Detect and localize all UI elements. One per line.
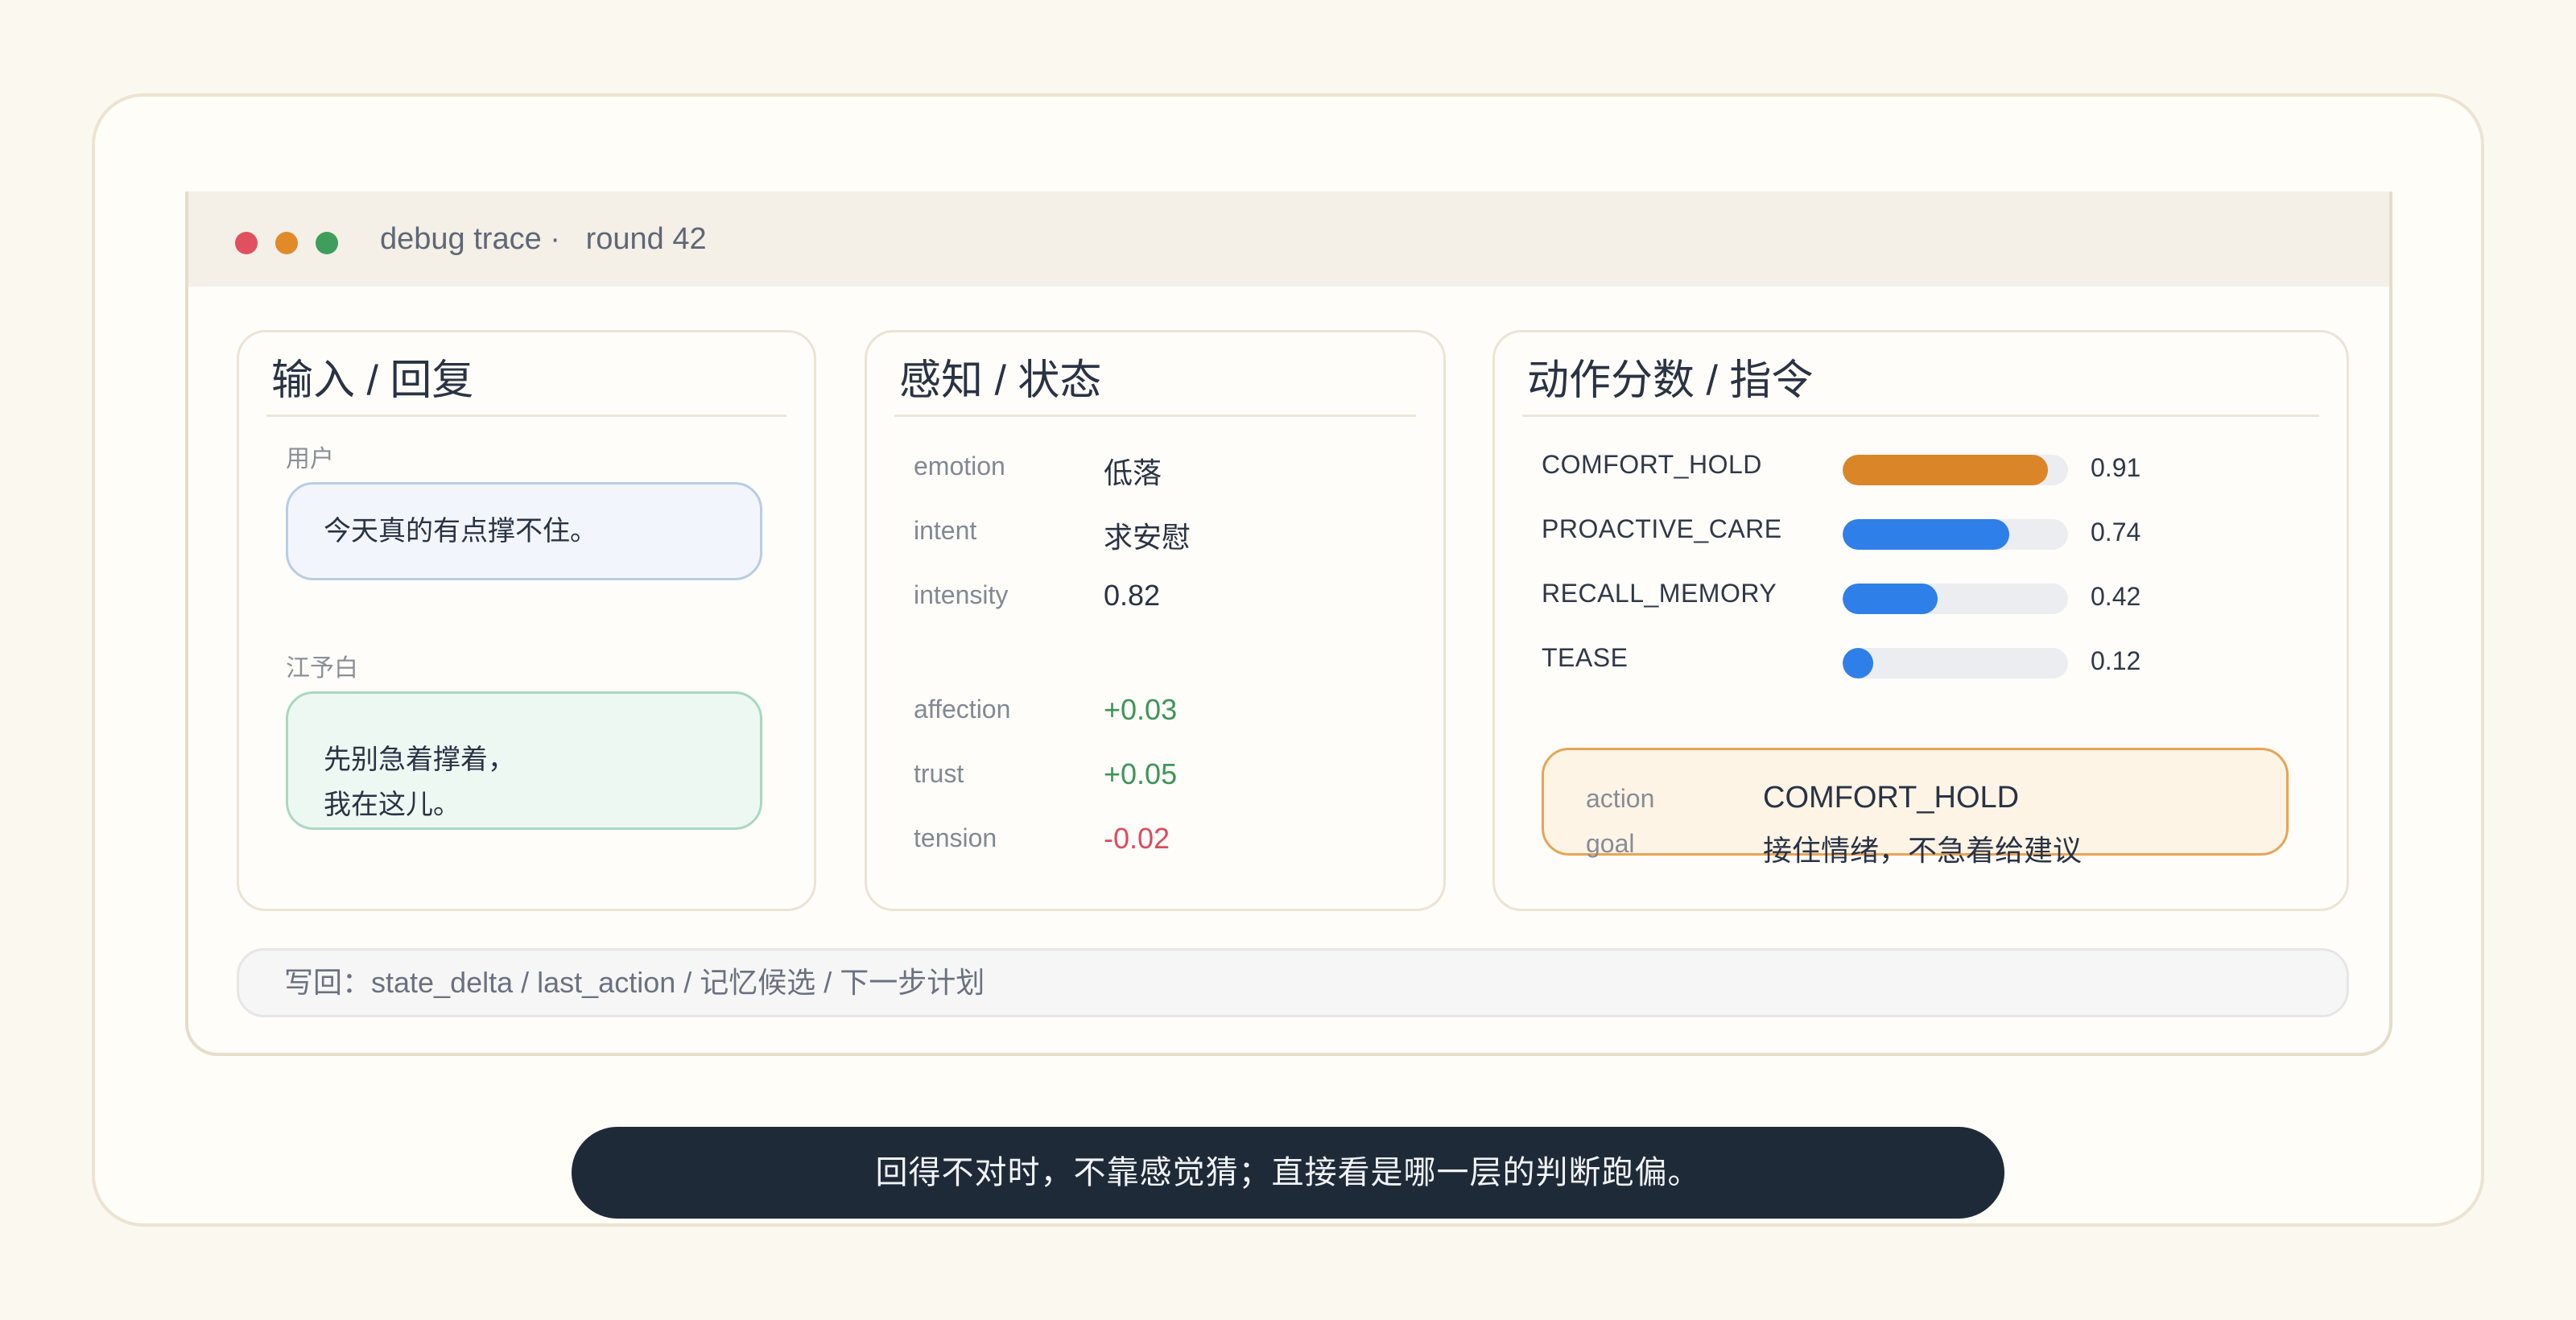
round-label: round 42 — [585, 222, 707, 256]
action-key-label: action — [1586, 784, 1655, 813]
panel-title-state: 感知 / 状态 — [899, 357, 1102, 404]
panel-divider — [1522, 415, 2319, 417]
reply-speaker-label: 江予白 — [286, 655, 358, 682]
maximize-dot-icon[interactable] — [316, 232, 338, 254]
window-title-text: debug trace · — [380, 222, 560, 256]
reply-line: 先别急着撑着， — [324, 745, 515, 775]
writeback-bar: 写回：state_delta / last_action / 记忆候选 / 下一… — [237, 948, 2349, 1017]
intensity-value: 0.82 — [1104, 579, 1161, 612]
affection-label: affection — [914, 695, 1011, 724]
score-bar-fill — [1843, 519, 2009, 550]
intent-label: intent — [914, 516, 977, 545]
tension-label: tension — [914, 823, 997, 852]
caption-pill: 回得不对时，不靠感觉猜；直接看是哪一层的判断跑偏。 — [572, 1127, 2004, 1219]
user-speaker-label: 用户 — [286, 446, 334, 472]
trust-label: trust — [914, 759, 964, 788]
intent-value: 求安慰 — [1104, 521, 1191, 554]
score-value: 0.91 — [2091, 453, 2141, 482]
score-bar-track — [1843, 519, 2068, 550]
debug-window: debug trace · round 42 输入 / 回复 用户 今天真的有点… — [185, 192, 2392, 1056]
emotion-label: emotion — [914, 452, 1005, 481]
input-reply-panel: 输入 / 回复 用户 今天真的有点撑不住。 江予白 先别急着撑着， 我在这儿。 — [237, 330, 816, 911]
score-value: 0.12 — [2091, 646, 2141, 675]
directive-box: action COMFORT_HOLD goal 接住情绪，不急着给建议 — [1542, 748, 2289, 867]
score-value: 0.42 — [2091, 582, 2141, 611]
trust-delta: +0.05 — [1104, 757, 1178, 790]
score-bar-track — [1843, 648, 2068, 679]
user-message-bubble: 今天真的有点撑不住。 — [286, 482, 762, 580]
panel-divider — [266, 415, 786, 417]
action-value: COMFORT_HOLD — [1763, 781, 2020, 815]
tension-delta: -0.02 — [1104, 822, 1170, 855]
goal-key-label: goal — [1586, 829, 1635, 858]
title-bar: debug trace · round 42 — [188, 192, 2389, 287]
score-label: TEASE — [1542, 643, 1629, 672]
score-bar-track — [1843, 455, 2068, 485]
reply-line: 我在这儿。 — [324, 790, 460, 820]
score-bar-track — [1843, 584, 2068, 614]
close-dot-icon[interactable] — [235, 232, 258, 254]
score-bar-fill — [1843, 584, 1938, 614]
score-label: RECALL_MEMORY — [1542, 579, 1777, 608]
emotion-value: 低落 — [1104, 456, 1162, 489]
perception-state-panel: 感知 / 状态 emotion 低落 intent 求安慰 intensity … — [865, 330, 1446, 911]
minimize-dot-icon[interactable] — [275, 232, 298, 254]
intensity-label: intensity — [914, 580, 1009, 609]
panel-title-input: 输入 / 回复 — [271, 357, 474, 404]
score-bar-fill — [1843, 455, 2048, 485]
reply-message-bubble: 先别急着撑着， 我在这儿。 — [286, 691, 762, 830]
score-value: 0.74 — [2091, 518, 2141, 547]
goal-value: 接住情绪，不急着给建议 — [1763, 834, 2083, 867]
score-label: PROACTIVE_CARE — [1542, 514, 1782, 543]
affection-delta: +0.03 — [1104, 693, 1178, 726]
score-bar-fill — [1843, 648, 1873, 679]
window-title: debug trace · round 42 — [380, 192, 707, 287]
score-label: COMFORT_HOLD — [1542, 450, 1762, 479]
action-scores-panel: 动作分数 / 指令 COMFORT_HOLD 0.91 PROACTIVE_CARE… — [1492, 330, 2349, 911]
panel-divider — [894, 415, 1416, 417]
panel-title-action: 动作分数 / 指令 — [1527, 357, 1814, 404]
